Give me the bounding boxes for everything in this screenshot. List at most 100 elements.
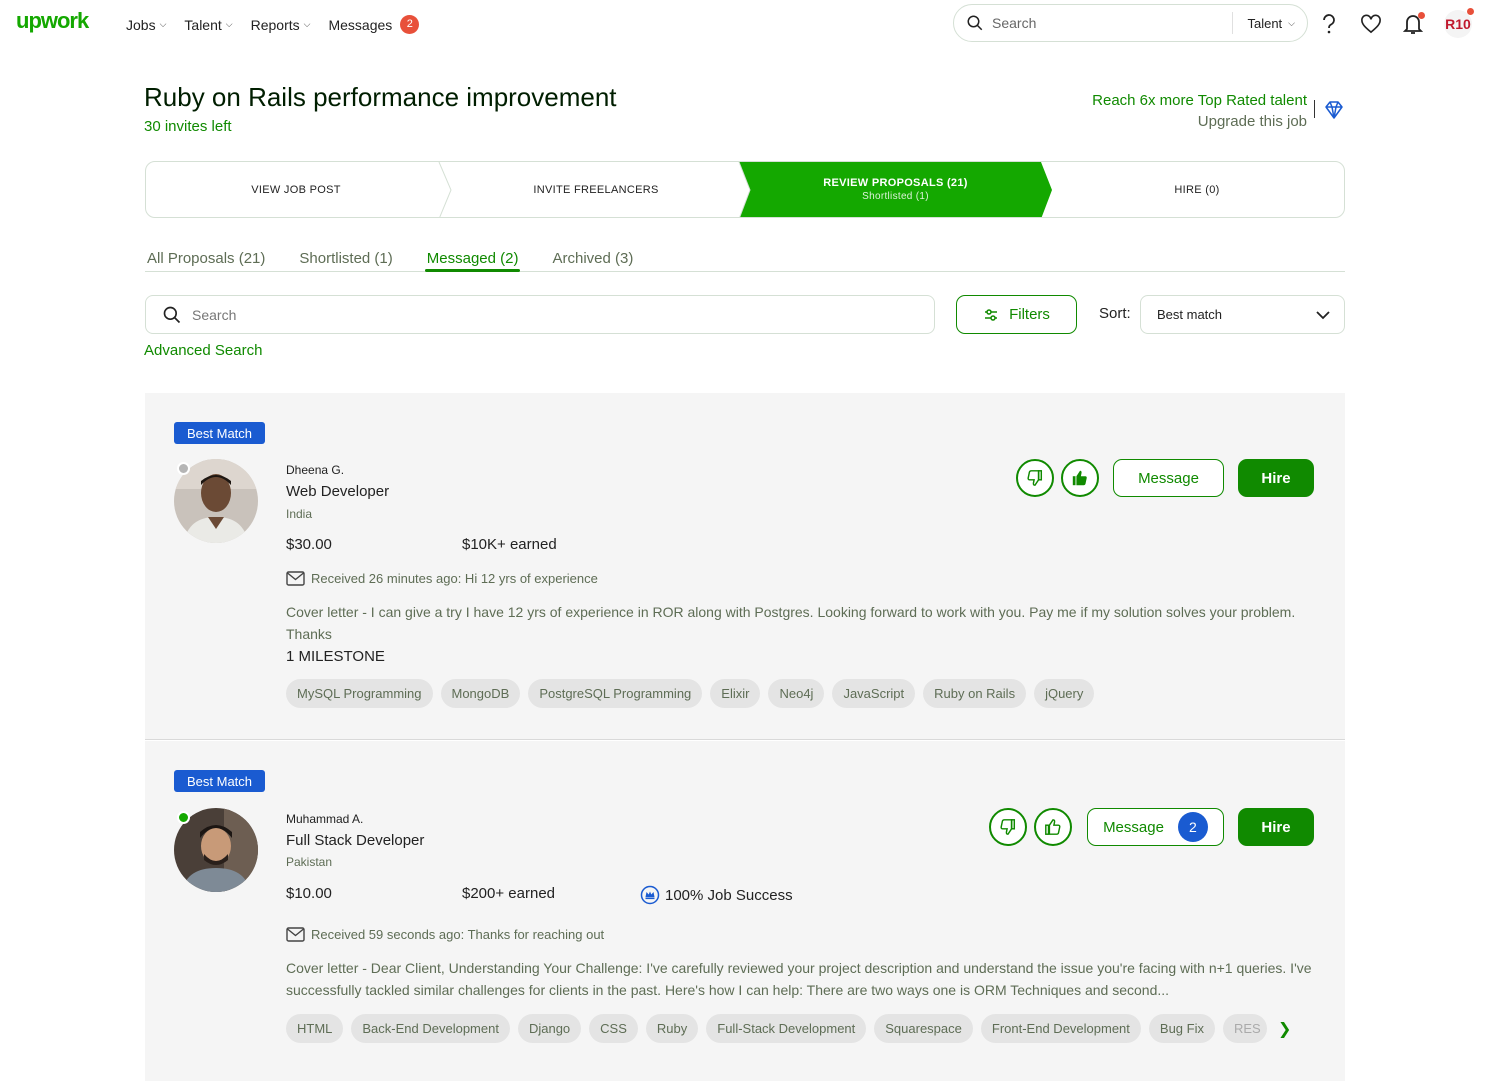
thumbs-down-button[interactable]: [1016, 459, 1054, 497]
tab-archived[interactable]: Archived (3): [550, 250, 635, 271]
received-message: Received 59 seconds ago: Thanks for reac…: [286, 927, 604, 942]
nav-messages-label: Messages: [328, 16, 393, 33]
hire-button[interactable]: Hire: [1238, 459, 1314, 497]
freelancer-rate: $10.00: [286, 885, 332, 902]
step-invite-freelancers[interactable]: INVITE FREELANCERS: [446, 162, 746, 217]
freelancer-name[interactable]: Dheena G.: [286, 463, 344, 477]
proposal-card[interactable]: Best Match Muhammad A. Full Stack Develo…: [145, 741, 1345, 1081]
unread-messages-count: 2: [1177, 812, 1208, 842]
cover-letter: Cover letter - I can give a try I have 1…: [286, 604, 1296, 642]
chevron-down-icon: ⌵: [225, 19, 233, 29]
thumbs-up-button[interactable]: [1034, 808, 1072, 846]
skill-tag[interactable]: Django: [517, 1014, 582, 1043]
freelancer-name[interactable]: Muhammad A.: [286, 812, 363, 826]
proposal-tabs: All Proposals (21) Shortlisted (1) Messa…: [145, 250, 1345, 272]
sort-dropdown[interactable]: Best match: [1140, 295, 1345, 334]
chevron-right-icon[interactable]: ❯: [1275, 1014, 1295, 1043]
sliders-icon: [985, 308, 998, 321]
help-icon[interactable]: [1318, 12, 1340, 36]
nav-talent-label: Talent: [184, 16, 222, 33]
nav-talent[interactable]: Talent ⌵: [184, 15, 232, 34]
skill-tag[interactable]: jQuery: [1034, 679, 1095, 708]
skill-tag[interactable]: Ruby on Rails: [923, 679, 1027, 708]
skill-tag[interactable]: CSS: [589, 1014, 638, 1043]
message-button-label: Message: [1138, 469, 1199, 487]
thumbs-up-icon: [1072, 470, 1087, 486]
skill-tag[interactable]: Elixir: [710, 679, 761, 708]
received-text: Received 26 minutes ago: Hi 12 yrs of ex…: [311, 571, 598, 586]
notifications-bell-icon[interactable]: [1402, 12, 1425, 36]
best-match-badge: Best Match: [174, 770, 265, 792]
skill-tag[interactable]: Back-End Development: [351, 1014, 510, 1043]
skill-tag[interactable]: Full-Stack Development: [706, 1014, 867, 1043]
online-status-dot: [177, 811, 190, 824]
search-divider: [1232, 12, 1234, 34]
proposal-card[interactable]: Best Match Dheena G. Web Developer India…: [145, 393, 1345, 740]
skill-tag[interactable]: MySQL Programming: [286, 679, 433, 708]
sort-label: Sort:: [1099, 305, 1131, 322]
nav-messages[interactable]: Messages 2: [328, 15, 420, 34]
invites-left: 30 invites left: [144, 118, 232, 135]
freelancer-country: Pakistan: [286, 855, 333, 869]
received-text: Received 59 seconds ago: Thanks for reac…: [311, 927, 605, 942]
chevron-down-icon: [1316, 310, 1330, 319]
skill-tag[interactable]: MongoDB: [440, 679, 521, 708]
header-icons: R10: [1318, 8, 1474, 38]
received-message: Received 26 minutes ago: Hi 12 yrs of ex…: [286, 571, 598, 586]
freelancer-rate: $30.00: [286, 536, 332, 553]
freelancer-earned: $10K+ earned: [462, 536, 557, 553]
skills-list: MySQL Programming MongoDB PostgreSQL Pro…: [286, 679, 1095, 708]
upgrade-promo[interactable]: Reach 6x more Top Rated talent Upgrade t…: [1092, 90, 1307, 132]
proposal-search[interactable]: Search: [145, 295, 935, 334]
skills-list: HTML Back-End Development Django CSS Rub…: [286, 1014, 1295, 1043]
freelancer-title: Full Stack Developer: [286, 832, 425, 849]
skill-tag[interactable]: Front-End Development: [980, 1014, 1141, 1043]
envelope-icon: [286, 571, 305, 586]
filters-button[interactable]: Filters: [956, 295, 1077, 334]
step-hire[interactable]: HIRE (0): [1048, 162, 1344, 217]
step-view-job-post-label: VIEW JOB POST: [251, 183, 341, 196]
nav-jobs[interactable]: Jobs ⌵: [126, 15, 166, 34]
milestone-count: 1 MILESTONE: [286, 648, 385, 665]
thumbs-down-button[interactable]: [989, 808, 1027, 846]
nav-jobs-label: Jobs: [126, 16, 156, 33]
upwork-logo[interactable]: upwork: [16, 8, 89, 34]
skill-tag[interactable]: PostgreSQL Programming: [528, 679, 703, 708]
step-review-proposals[interactable]: REVIEW PROPOSALS (21) Shortlisted (1): [743, 162, 1048, 217]
tab-all-proposals[interactable]: All Proposals (21): [145, 250, 267, 271]
skill-tag[interactable]: Ruby: [645, 1014, 699, 1043]
proposal-search-input[interactable]: Search: [192, 307, 236, 323]
skill-tag[interactable]: Bug Fix: [1148, 1014, 1215, 1043]
freelancer-country: India: [286, 507, 313, 521]
heart-icon[interactable]: [1360, 12, 1382, 36]
skill-tag[interactable]: Squarespace: [874, 1014, 973, 1043]
global-search-input[interactable]: Search: [992, 15, 1218, 31]
advanced-search-link[interactable]: Advanced Search: [144, 342, 262, 359]
message-button[interactable]: Message 2: [1087, 808, 1224, 846]
tab-shortlisted[interactable]: Shortlisted (1): [297, 250, 394, 271]
notification-dot: [1418, 12, 1425, 19]
offline-status-dot: [177, 462, 190, 475]
hire-button[interactable]: Hire: [1238, 808, 1314, 846]
upgrade-separator: [1314, 100, 1315, 118]
skill-tag[interactable]: JavaScript: [832, 679, 916, 708]
step-view-job-post[interactable]: VIEW JOB POST: [146, 162, 446, 217]
skill-tag[interactable]: Neo4j: [768, 679, 825, 708]
skill-tag[interactable]: RES: [1222, 1014, 1267, 1043]
best-match-badge: Best Match: [174, 422, 265, 444]
global-search[interactable]: Search Talent ⌵: [953, 4, 1308, 42]
nav-reports[interactable]: Reports ⌵: [251, 15, 311, 34]
filters-label: Filters: [1009, 306, 1050, 323]
upgrade-reach-text[interactable]: Reach 6x more Top Rated talent: [1092, 90, 1307, 111]
search-scope-dropdown[interactable]: Talent ⌵: [1247, 16, 1295, 31]
tab-messaged[interactable]: Messaged (2): [424, 250, 521, 272]
user-avatar[interactable]: R10: [1444, 8, 1474, 38]
chevron-down-icon: ⌵: [303, 19, 311, 29]
top-navigation-bar: upwork Jobs ⌵ Talent ⌵ Reports ⌵ Messages 2 …: [0, 0, 1491, 48]
thumbs-up-button[interactable]: [1061, 459, 1099, 497]
search-icon: [967, 15, 983, 31]
upgrade-job-link[interactable]: Upgrade this job: [1092, 111, 1307, 132]
message-button[interactable]: Message: [1113, 459, 1224, 497]
skill-tag[interactable]: HTML: [286, 1014, 344, 1043]
freelancer-title: Web Developer: [286, 483, 390, 500]
